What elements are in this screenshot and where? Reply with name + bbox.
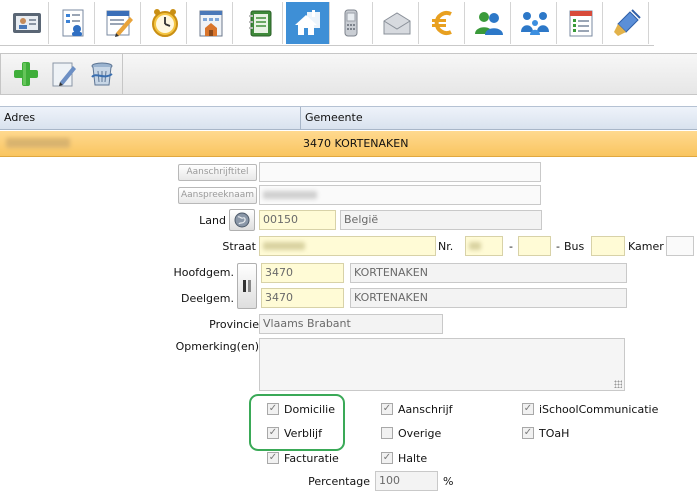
- check-icon: ✓: [522, 403, 534, 415]
- straat-label: Straat: [222, 240, 256, 253]
- nr-dash: -: [509, 240, 513, 253]
- aanspreeknaam-button[interactable]: Aanspreeknaam: [178, 187, 257, 204]
- tab-edit-form[interactable]: [97, 2, 141, 44]
- checklist-icon: [569, 10, 592, 37]
- check-icon: ✓: [381, 452, 393, 464]
- tab-users[interactable]: [467, 2, 511, 44]
- percentage-label: Percentage: [308, 475, 370, 488]
- edit-button[interactable]: [47, 58, 81, 90]
- tab-envelope[interactable]: [375, 2, 419, 44]
- edit-form-icon: [106, 10, 133, 37]
- opmerking-label: Opmerking(en): [175, 340, 259, 353]
- overige-checkbox[interactable]: Overige: [381, 425, 441, 441]
- column-gemeente[interactable]: Gemeente: [301, 107, 697, 129]
- globe-icon: [234, 212, 250, 228]
- gemeente-lookup-button[interactable]: [237, 263, 257, 309]
- address-grid-header: Adres Gemeente: [0, 106, 697, 130]
- users-icon: [474, 12, 503, 35]
- delete-icon: [91, 62, 113, 86]
- check-icon: ✓: [381, 403, 393, 415]
- column-adres[interactable]: Adres: [0, 107, 300, 129]
- bus-dash: -: [556, 240, 560, 253]
- add-button[interactable]: [9, 58, 43, 90]
- row-gemeente: 3470 KORTENAKEN: [303, 137, 409, 150]
- tab-home[interactable]: [286, 2, 330, 44]
- provincie-field: Vlaams Brabant: [259, 314, 443, 334]
- address-window: Adres Gemeente 3470 KORTENAKEN Aanschrij…: [0, 0, 697, 498]
- building-icon: [199, 10, 222, 37]
- module-toolbar: [0, 0, 654, 46]
- deelgem-code-input[interactable]: 3470: [261, 288, 344, 308]
- home-icon: [294, 10, 320, 35]
- provincie-label: Provincie: [209, 318, 259, 331]
- tab-family[interactable]: [513, 2, 557, 44]
- facturatie-checkbox[interactable]: ✓ Facturatie: [267, 450, 339, 466]
- bus-label: Bus: [564, 240, 585, 253]
- table-row[interactable]: 3470 KORTENAKEN: [0, 131, 697, 157]
- straat-input[interactable]: [259, 236, 436, 256]
- edit-icon: [52, 62, 76, 87]
- nr-label: Nr.: [438, 240, 454, 253]
- toah-checkbox[interactable]: ✓ TOaH: [522, 425, 569, 441]
- aanschrijftitel-input[interactable]: [259, 162, 541, 182]
- row-address-redacted: [6, 138, 70, 148]
- empty-check-icon: [381, 427, 393, 439]
- aanschrijf-checkbox[interactable]: ✓ Aanschrijf: [381, 401, 453, 417]
- toolbar-separator: [122, 54, 123, 94]
- land-name-field: België: [340, 210, 542, 230]
- delete-button[interactable]: [85, 58, 119, 90]
- nr-suffix-input[interactable]: [518, 236, 551, 256]
- tab-address-book[interactable]: [239, 2, 283, 44]
- hoofdgem-code-input[interactable]: 3470: [261, 263, 344, 283]
- kamer-label: Kamer: [628, 240, 664, 253]
- brush-icon: [613, 9, 641, 36]
- grip-icon: [243, 280, 251, 292]
- aanspreeknaam-input[interactable]: [259, 185, 541, 205]
- check-icon: ✓: [522, 427, 534, 439]
- clock-icon: [151, 9, 178, 37]
- bus-input[interactable]: [591, 236, 625, 256]
- tab-euro[interactable]: [421, 2, 465, 44]
- land-lookup-button[interactable]: [229, 209, 255, 231]
- tab-report[interactable]: [51, 2, 95, 44]
- id-card-icon: [12, 13, 41, 33]
- family-icon: [520, 12, 549, 35]
- land-code-input[interactable]: 00150: [259, 210, 336, 230]
- opmerking-textarea[interactable]: [259, 338, 625, 391]
- ischoolcommunicatie-checkbox[interactable]: ✓ iSchoolCommunicatie: [522, 401, 658, 417]
- hoofdgem-name-field: KORTENAKEN: [350, 263, 627, 283]
- halte-checkbox[interactable]: ✓ Halte: [381, 450, 427, 466]
- deelgem-label: Deelgem.: [180, 292, 234, 305]
- hoofdgem-label: Hoofdgem.: [173, 266, 234, 279]
- resize-grip[interactable]: [614, 380, 622, 388]
- kamer-input[interactable]: [666, 236, 694, 256]
- tab-clock[interactable]: [143, 2, 187, 44]
- nr-input[interactable]: [465, 236, 503, 256]
- mobile-phone-icon: [344, 9, 357, 37]
- percent-sign: %: [443, 475, 454, 488]
- address-book-icon: [248, 10, 271, 37]
- tab-building[interactable]: [189, 2, 233, 44]
- euro-icon: [431, 11, 452, 35]
- tab-id-card[interactable]: [5, 2, 49, 44]
- envelope-icon: [383, 12, 410, 35]
- action-toolbar: [0, 53, 697, 95]
- percentage-input[interactable]: 100: [375, 471, 438, 491]
- add-icon: [14, 62, 38, 86]
- check-icon: ✓: [267, 452, 279, 464]
- highlight-ring: [249, 394, 345, 451]
- deelgem-name-field: KORTENAKEN: [350, 288, 627, 308]
- land-label: Land: [199, 214, 226, 227]
- tab-checklist[interactable]: [559, 2, 603, 44]
- report-icon: [62, 9, 83, 37]
- aanschrijftitel-button[interactable]: Aanschrijftitel: [178, 164, 257, 181]
- tab-mobile-phone[interactable]: [329, 2, 373, 44]
- tab-brush[interactable]: [605, 2, 649, 44]
